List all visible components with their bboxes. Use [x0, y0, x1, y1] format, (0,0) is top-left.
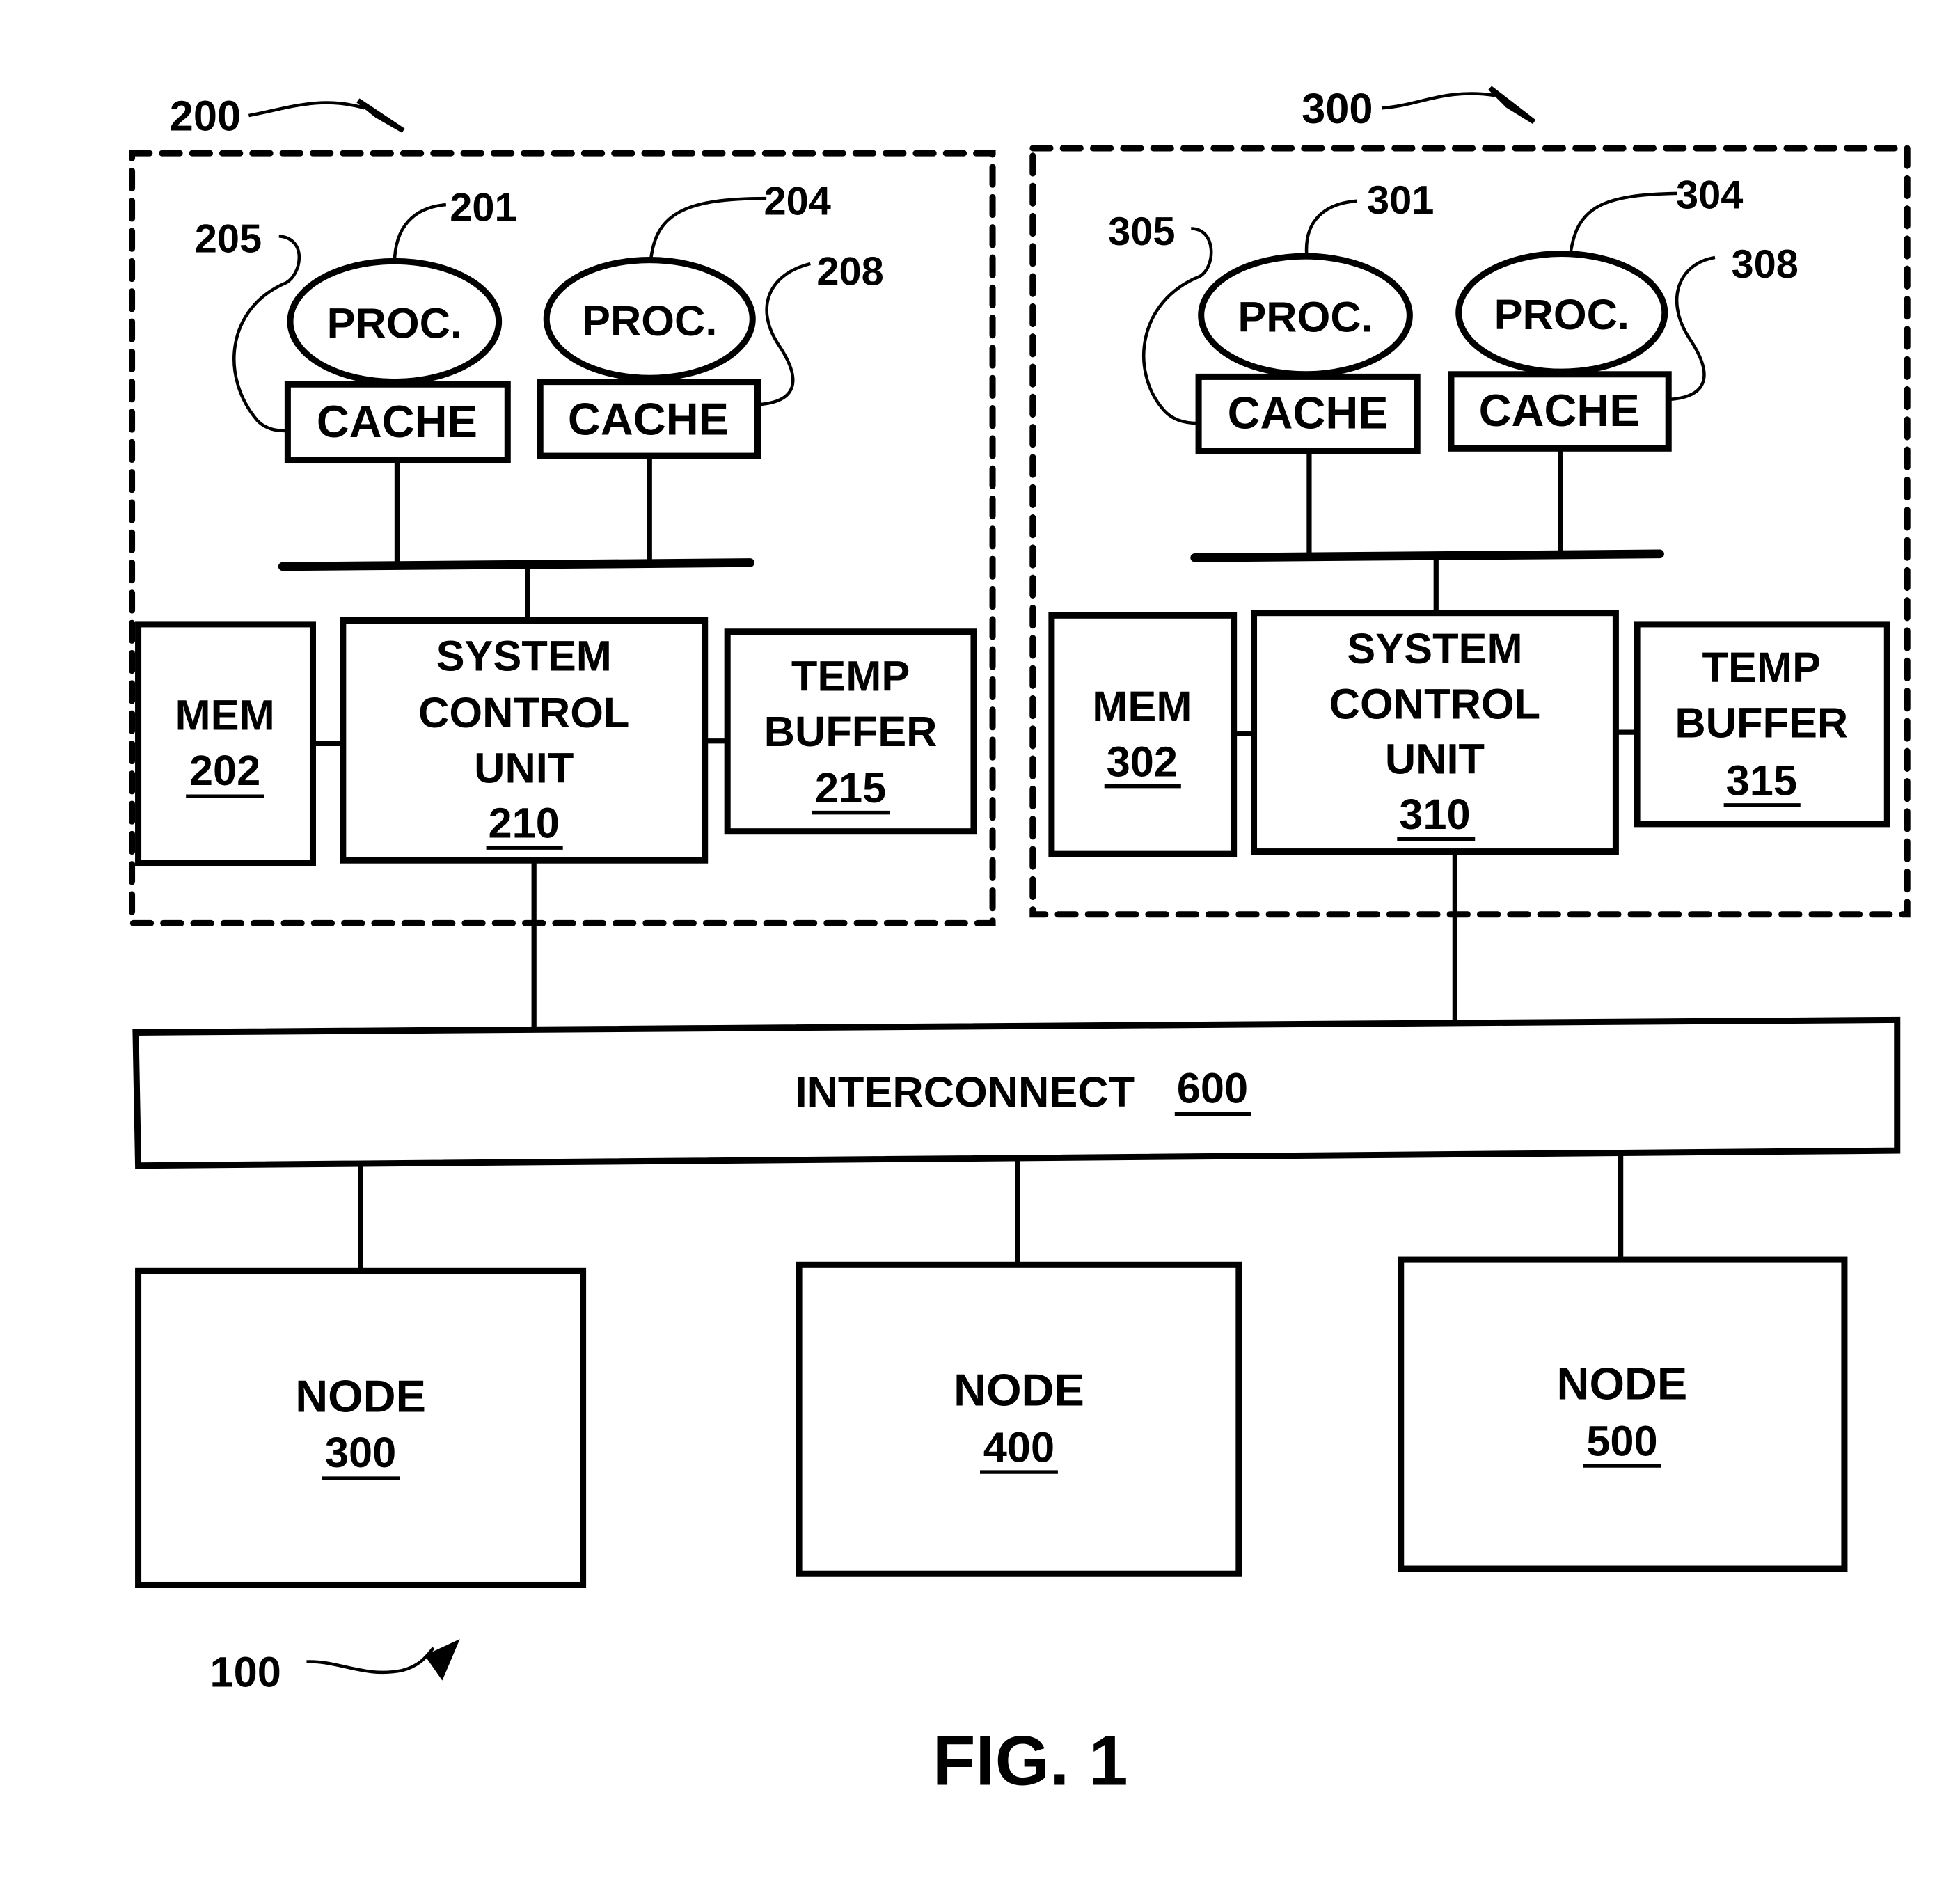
cache-205-label: CACHE	[317, 396, 477, 447]
processor-304-label: PROC.	[1494, 291, 1629, 339]
scu-310-line-2: CONTROL	[1329, 680, 1540, 728]
system-100-arrow-line	[306, 1647, 435, 1675]
temp-buffer-315-ref: 315	[1726, 757, 1797, 805]
processor-301-label: PROC.	[1238, 293, 1373, 341]
node-500	[1398, 1256, 1848, 1572]
mem-302	[1048, 612, 1238, 857]
node-300-box-ref: 300	[325, 1429, 396, 1477]
ref-204: 204	[764, 180, 831, 224]
node-200-ref: 200	[170, 93, 241, 141]
processor-204-label: PROC.	[582, 297, 717, 345]
node-400-box-ref: 400	[983, 1424, 1054, 1472]
cache-208-label: CACHE	[568, 393, 729, 444]
system-100-ref: 100	[210, 1649, 280, 1697]
node-500-box-ref: 500	[1586, 1418, 1657, 1466]
processor-201-label: PROC.	[327, 299, 462, 347]
interconnect-600-ref: 600	[1177, 1065, 1248, 1113]
ref-304: 304	[1676, 173, 1743, 218]
node-500-label: NODE	[1557, 1358, 1688, 1409]
leader-308	[1669, 255, 1716, 402]
temp-buffer-215-line-1: TEMP	[791, 653, 910, 701]
temp-buffer-315-line-1: TEMP	[1702, 644, 1821, 692]
scu-310-line-1: SYSTEM	[1347, 625, 1522, 673]
scu-210-line-2: CONTROL	[418, 689, 629, 737]
cache-308-label: CACHE	[1479, 385, 1640, 436]
figure-caption: FIG. 1	[933, 1722, 1128, 1800]
node-200-group: 200 201 204 205 208 PROC. PROC. CACHE CA…	[129, 93, 996, 926]
ref-201: 201	[450, 186, 516, 230]
temp-buffer-215-ref: 215	[815, 764, 886, 812]
node-300-label: NODE	[295, 1370, 426, 1421]
leader-201	[393, 203, 447, 264]
mem-202-ref: 202	[189, 747, 260, 795]
ref-305: 305	[1108, 209, 1175, 254]
cache-305-label: CACHE	[1228, 387, 1389, 438]
interconnect-600-label: INTERCONNECT	[796, 1068, 1135, 1116]
node-200-processor-bus	[278, 558, 754, 571]
ref-205: 205	[195, 217, 262, 262]
node-300-group: 300 301 304 305 308 PROC. PROC. CACHE CA…	[1029, 85, 1911, 918]
node-200-arrow-head-icon	[356, 98, 405, 133]
scu-310-line-3: UNIT	[1385, 736, 1485, 784]
node-300-processor-bus	[1190, 549, 1664, 562]
ref-308: 308	[1731, 242, 1798, 287]
mem-202-label: MEM	[175, 692, 275, 740]
scu-210-ref: 210	[489, 800, 560, 848]
scu-210-line-1: SYSTEM	[436, 633, 612, 681]
leader-301	[1304, 199, 1357, 255]
scu-310-ref: 310	[1399, 791, 1470, 839]
node-300-ref: 300	[1302, 85, 1373, 133]
leader-204	[649, 196, 767, 260]
ref-301: 301	[1367, 178, 1434, 223]
scu-210-line-3: UNIT	[474, 744, 574, 792]
temp-buffer-315-line-2: BUFFER	[1675, 699, 1848, 747]
mem-202	[135, 621, 316, 866]
mem-302-label: MEM	[1092, 683, 1192, 731]
leader-304	[1569, 191, 1677, 254]
node-400	[796, 1261, 1242, 1577]
node-400-label: NODE	[954, 1364, 1084, 1415]
node-200-arrow-line	[248, 101, 365, 118]
mem-302-ref: 302	[1107, 738, 1178, 786]
ref-208: 208	[816, 250, 883, 294]
patent-figure: 200 201 204 205 208 PROC. PROC. CACHE CA…	[129, 85, 1911, 1800]
node-300-arrow-line	[1382, 92, 1496, 110]
temp-buffer-215-line-2: BUFFER	[764, 708, 938, 756]
leader-208	[759, 262, 811, 406]
node-300-arrow-head-icon	[1488, 86, 1536, 125]
system-100-arrow-head-icon	[425, 1639, 460, 1681]
